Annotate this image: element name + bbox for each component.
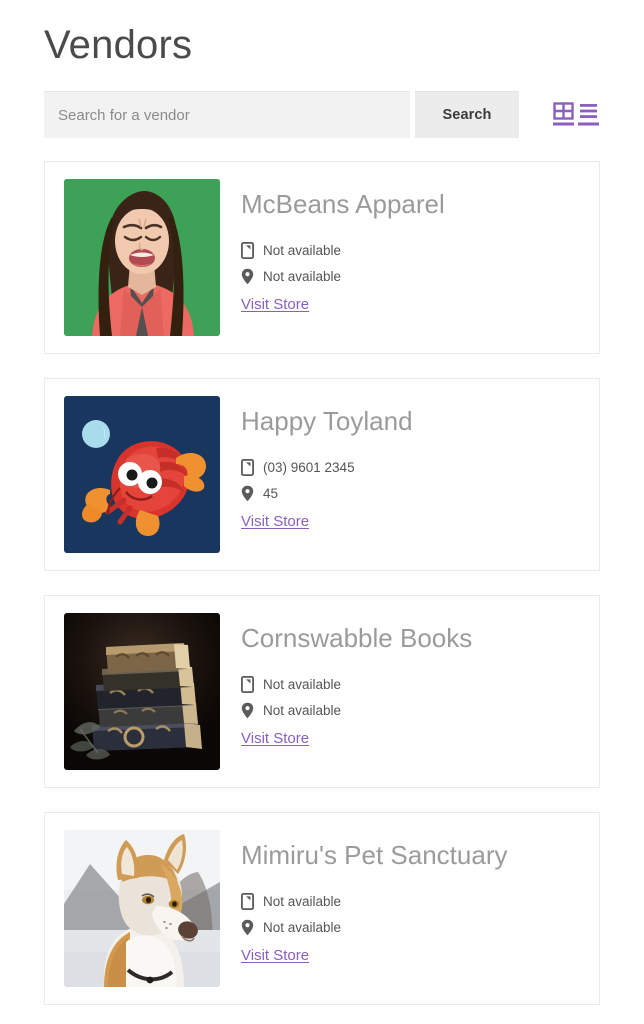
vendor-location-value: Not available bbox=[263, 703, 342, 719]
search-button[interactable]: Search bbox=[415, 91, 519, 139]
visit-store-link[interactable]: Visit Store bbox=[241, 730, 309, 747]
vendor-search-bar: Search bbox=[44, 91, 600, 139]
map-pin-icon bbox=[241, 485, 256, 502]
vendor-location-value: Not available bbox=[263, 920, 342, 936]
vendor-phone-value: (03) 9601 2345 bbox=[263, 460, 355, 476]
vendor-location-row: Not available bbox=[241, 268, 581, 285]
vendor-list: McBeans Apparel Not available Not availa… bbox=[44, 161, 600, 1006]
map-pin-icon bbox=[241, 268, 256, 285]
vendor-phone-value: Not available bbox=[263, 677, 342, 693]
grid-view-icon[interactable] bbox=[553, 101, 575, 128]
mobile-phone-icon bbox=[241, 459, 256, 477]
list-view-icon[interactable] bbox=[578, 102, 600, 128]
vendor-thumbnail bbox=[64, 179, 220, 337]
vendor-card[interactable]: Cornswabble Books Not available Not avai… bbox=[44, 595, 600, 789]
vendor-phone-value: Not available bbox=[263, 894, 342, 910]
vendor-phone-row: (03) 9601 2345 bbox=[241, 459, 581, 477]
vendor-location-row: Not available bbox=[241, 919, 581, 936]
vendor-location-value: Not available bbox=[263, 269, 342, 285]
vendor-name: Happy Toyland bbox=[241, 406, 413, 437]
vendor-card[interactable]: Mimiru's Pet Sanctuary Not available Not… bbox=[44, 812, 600, 1006]
mobile-phone-icon bbox=[241, 893, 256, 911]
visit-store-link[interactable]: Visit Store bbox=[241, 513, 309, 530]
page-title: Vendors bbox=[44, 23, 193, 67]
vendor-phone-row: Not available bbox=[241, 893, 581, 911]
vendor-location-row: Not available bbox=[241, 702, 581, 719]
map-pin-icon bbox=[241, 702, 256, 719]
vendor-phone-row: Not available bbox=[241, 676, 581, 694]
vendor-info: McBeans Apparel Not available Not availa… bbox=[220, 179, 581, 314]
map-pin-icon bbox=[241, 919, 256, 936]
vendor-card[interactable]: McBeans Apparel Not available Not availa… bbox=[44, 161, 600, 355]
vendor-info: Happy Toyland (03) 9601 2345 45 Visit St… bbox=[220, 396, 581, 531]
vendor-location-value: 45 bbox=[263, 486, 279, 502]
vendor-name: Mimiru's Pet Sanctuary bbox=[241, 840, 508, 871]
visit-store-link[interactable]: Visit Store bbox=[241, 296, 309, 313]
vendors-page: Vendors Search for a vendor Search McBea… bbox=[0, 0, 644, 1024]
vendor-name: McBeans Apparel bbox=[241, 189, 445, 220]
vendor-thumbnail bbox=[64, 830, 220, 988]
mobile-phone-icon bbox=[241, 242, 256, 260]
vendor-phone-value: Not available bbox=[263, 243, 342, 259]
vendor-location-row: 45 bbox=[241, 485, 581, 502]
vendor-name: Cornswabble Books bbox=[241, 623, 473, 654]
vendor-card[interactable]: Happy Toyland (03) 9601 2345 45 Visit St… bbox=[44, 378, 600, 572]
visit-store-link[interactable]: Visit Store bbox=[241, 947, 309, 964]
vendor-info: Mimiru's Pet Sanctuary Not available Not… bbox=[220, 830, 581, 965]
mobile-phone-icon bbox=[241, 676, 256, 694]
vendor-thumbnail bbox=[64, 396, 220, 554]
vendor-thumbnail bbox=[64, 613, 220, 771]
view-mode-toggles bbox=[553, 91, 600, 138]
vendor-phone-row: Not available bbox=[241, 242, 581, 260]
vendor-info: Cornswabble Books Not available Not avai… bbox=[220, 613, 581, 748]
search-input[interactable] bbox=[44, 91, 410, 139]
